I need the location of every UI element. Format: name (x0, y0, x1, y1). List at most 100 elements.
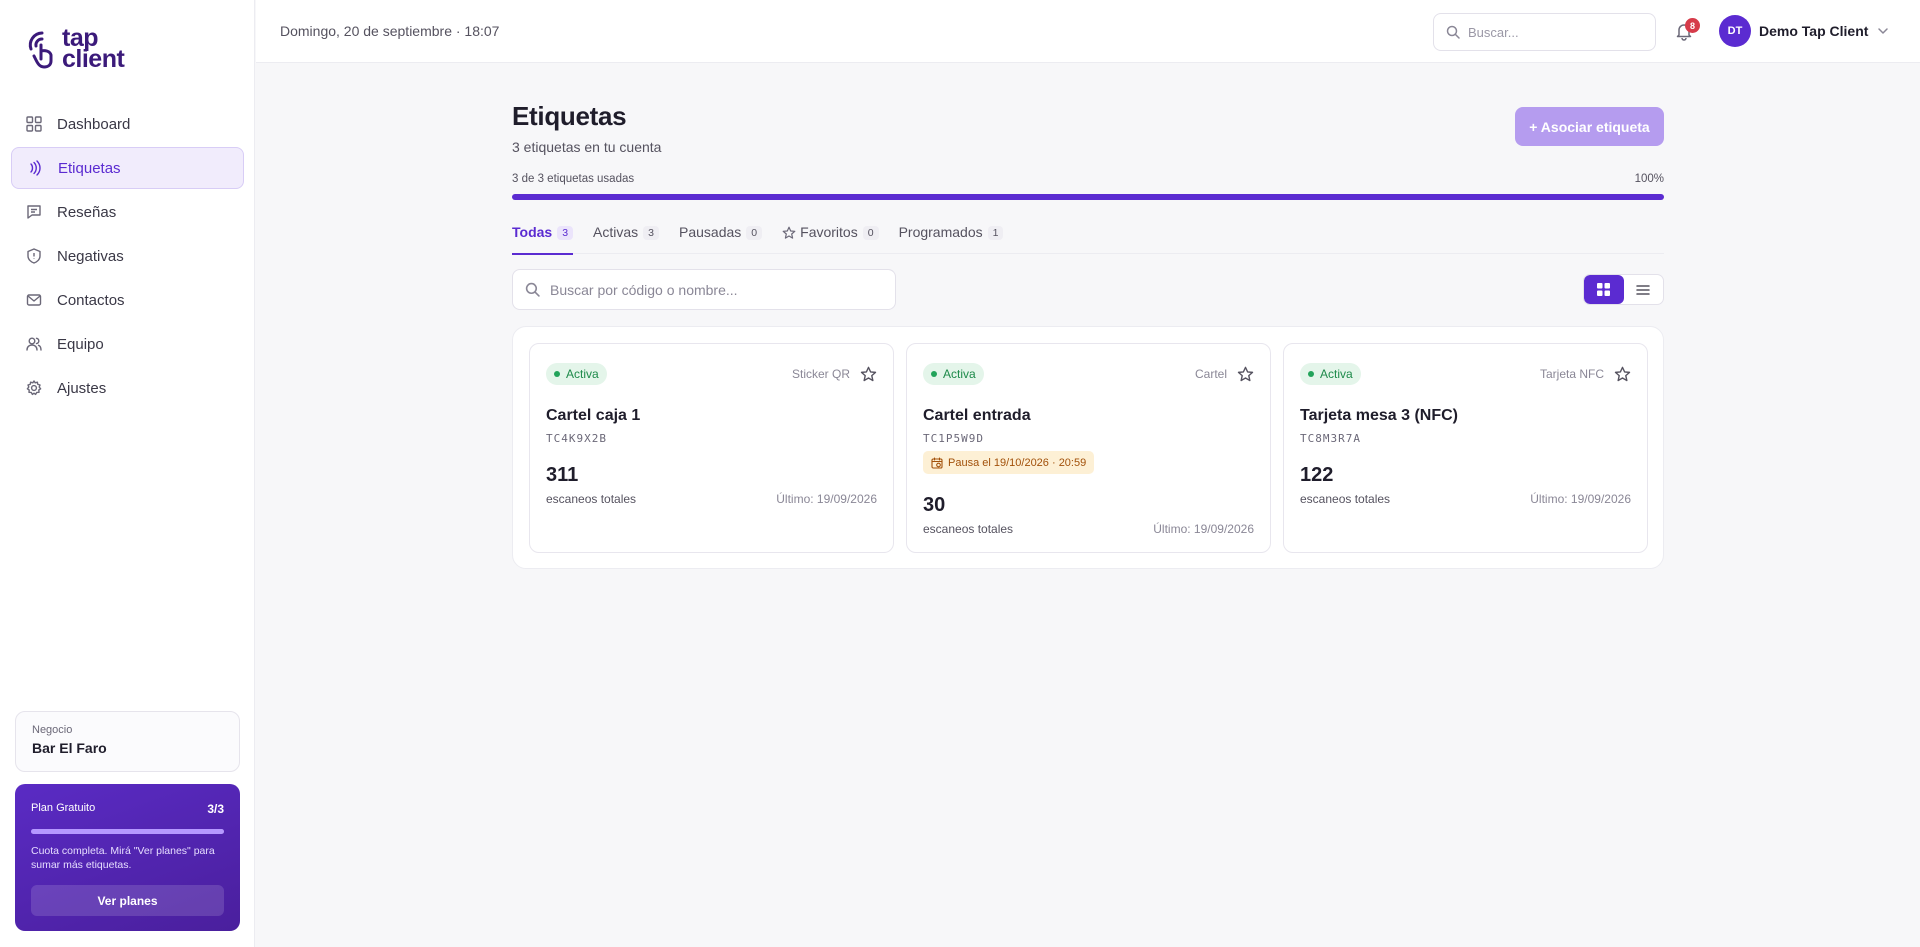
star-icon[interactable] (860, 366, 877, 383)
tag-card[interactable]: Activa Cartel Cartel entrada TC1P5W9D Pa… (906, 343, 1271, 553)
mail-icon (25, 291, 43, 309)
brand-logo[interactable]: tap client (26, 26, 125, 73)
tab-label: Favoritos (800, 224, 858, 240)
sidebar-item-label: Etiquetas (58, 159, 121, 177)
status-text: Activa (566, 367, 599, 381)
tab-todas[interactable]: Todas 3 (512, 221, 574, 255)
sidebar-nav: Dashboard Etiquetas Reseñas Negativas Co… (11, 103, 244, 411)
filter-tabs: Todas 3 Activas 3 Pausadas 0 Favoritos 0… (512, 221, 1664, 255)
tab-favoritos[interactable]: Favoritos 0 (782, 221, 879, 254)
tab-label: Activas (593, 224, 639, 240)
global-search[interactable] (1433, 13, 1656, 51)
nfc-signal-icon (26, 159, 44, 177)
sidebar-item-etiquetas[interactable]: Etiquetas (11, 147, 244, 189)
tab-pausadas[interactable]: Pausadas 0 (679, 221, 763, 254)
user-menu[interactable]: DT Demo Tap Client (1719, 15, 1890, 47)
tab-programados[interactable]: Programados 1 (899, 221, 1004, 254)
sidebar-item-label: Contactos (57, 291, 125, 309)
grid-view-button[interactable] (1584, 275, 1624, 304)
scan-label: escaneos totales (546, 492, 637, 506)
user-name: Demo Tap Client (1759, 23, 1869, 39)
brand-name: tap client (62, 26, 125, 73)
chevron-down-icon (1878, 28, 1889, 34)
dashboard-icon (25, 115, 43, 133)
view-toggle (1583, 274, 1664, 305)
list-icon (1636, 284, 1650, 295)
sidebar-item-ajustes[interactable]: Ajustes (11, 367, 244, 409)
tag-type: Sticker QR (791, 367, 850, 381)
tab-label: Todas (512, 224, 553, 240)
page-subtitle: 3 etiquetas en tu cuenta (512, 139, 662, 155)
scan-count: 30 (923, 494, 946, 516)
sidebar-item-contactos[interactable]: Contactos (11, 279, 244, 321)
tab-label: Pausadas (679, 224, 742, 240)
tag-card[interactable]: Activa Tarjeta NFC Tarjeta mesa 3 (NFC) … (1283, 343, 1648, 553)
status-badge: Activa (546, 363, 607, 385)
status-badge: Activa (1300, 363, 1361, 385)
sidebar-item-resenas[interactable]: Reseñas (11, 191, 244, 233)
brand-line-2: client (62, 45, 125, 73)
sidebar-item-label: Dashboard (57, 115, 131, 133)
tab-count: 3 (557, 226, 574, 240)
pause-date: Pausa el 19/10/2026 · 20:59 (948, 456, 1087, 469)
scheduled-pause-badge: Pausa el 19/10/2026 · 20:59 (923, 451, 1095, 474)
star-icon[interactable] (1614, 366, 1631, 383)
gear-icon (25, 379, 43, 397)
sidebar-item-negativas[interactable]: Negativas (11, 235, 244, 277)
scan-count: 122 (1300, 464, 1334, 486)
global-search-input[interactable] (1468, 24, 1638, 40)
users-icon (25, 335, 43, 353)
tag-code: TC4K9X2B (546, 432, 607, 445)
plan-usage-bar-fill (31, 829, 224, 834)
last-scan: Último: 19/09/2026 (776, 492, 877, 506)
status-dot-icon (1308, 371, 1314, 377)
message-icon (25, 203, 43, 221)
tag-type: Tarjeta NFC (1539, 367, 1604, 381)
shield-icon (25, 247, 43, 265)
tag-code: TC8M3R7A (1300, 432, 1361, 445)
tab-count: 1 (987, 226, 1004, 240)
avatar: DT (1719, 15, 1751, 47)
scan-count: 311 (546, 464, 579, 486)
plan-usage-bar (31, 829, 224, 834)
business-name: Bar El Faro (32, 740, 107, 756)
tag-name: Cartel caja 1 (546, 407, 641, 424)
sidebar-item-equipo[interactable]: Equipo (11, 323, 244, 365)
sidebar: tap client Dashboard Etiquetas Reseñas N… (0, 0, 255, 947)
tag-card[interactable]: Activa Sticker QR Cartel caja 1 TC4K9X2B… (529, 343, 894, 553)
business-selector[interactable]: Negocio Bar El Faro (15, 711, 240, 772)
tab-activas[interactable]: Activas 3 (593, 221, 660, 254)
status-dot-icon (931, 371, 937, 377)
sidebar-item-label: Reseñas (57, 203, 117, 221)
tag-name: Cartel entrada (923, 407, 1031, 424)
search-icon (1446, 25, 1460, 39)
usage-progress-fill (512, 194, 1664, 200)
status-text: Activa (943, 367, 976, 381)
usage-percent: 100% (1634, 173, 1664, 185)
sidebar-item-label: Negativas (57, 247, 124, 265)
usage-summary: 3 de 3 etiquetas usadas 100% (512, 173, 1664, 185)
star-icon[interactable] (1237, 366, 1254, 383)
scan-label: escaneos totales (923, 522, 1014, 536)
status-text: Activa (1320, 367, 1353, 381)
top-header: Domingo, 20 de septiembre · 18:07 8 DT D… (256, 0, 1920, 63)
status-dot-icon (554, 371, 560, 377)
view-plans-button[interactable]: Ver planes (31, 885, 224, 916)
status-badge: Activa (923, 363, 984, 385)
scan-label: escaneos totales (1300, 492, 1391, 506)
add-tag-button[interactable]: + Asociar etiqueta (1515, 107, 1664, 146)
tag-search-input[interactable] (550, 281, 880, 298)
page-title: Etiquetas (512, 101, 627, 131)
tag-code: TC1P5W9D (923, 432, 984, 445)
tap-hand-icon (28, 31, 53, 69)
plan-message: Cuota completa. Mirá "Ver planes" para s… (31, 845, 215, 871)
tab-count: 0 (862, 226, 879, 240)
sidebar-item-dashboard[interactable]: Dashboard (11, 103, 244, 145)
plan-card: Plan Gratuito 3/3 Cuota completa. Mirá "… (15, 784, 240, 931)
last-scan: Último: 19/09/2026 (1153, 522, 1254, 536)
current-date: Domingo, 20 de septiembre · 18:07 (280, 23, 500, 39)
grid-icon (1597, 283, 1611, 296)
tag-search[interactable] (512, 269, 896, 310)
notifications-badge: 8 (1685, 18, 1700, 33)
list-view-button[interactable] (1624, 275, 1664, 304)
